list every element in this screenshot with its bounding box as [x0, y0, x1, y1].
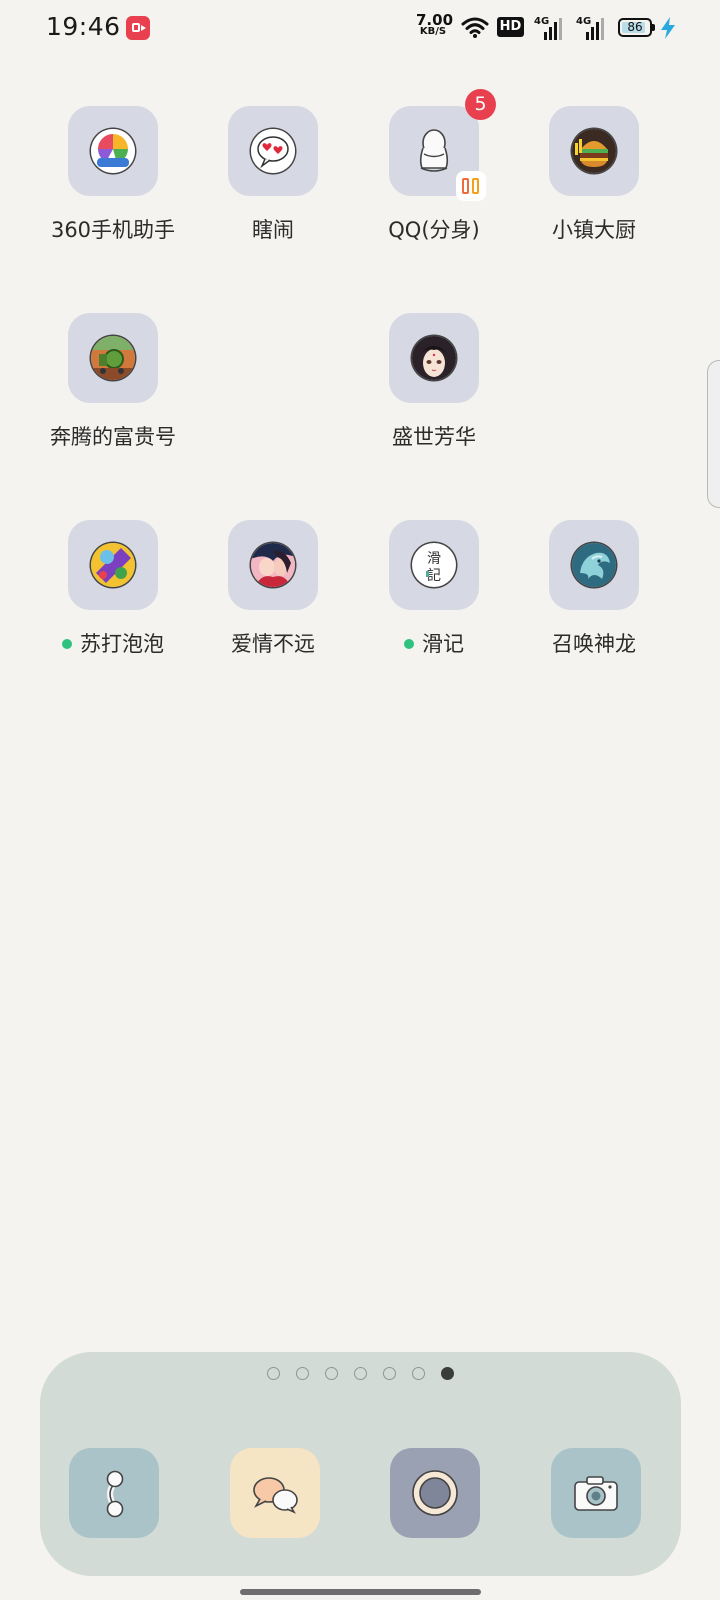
app-tile [389, 313, 479, 403]
signal-sim2-icon: 4G [576, 16, 606, 40]
notification-badge: 5 [465, 89, 496, 120]
page-indicator [40, 1367, 681, 1380]
360-assistant-icon [91, 129, 135, 173]
app-tile [228, 520, 318, 610]
status-bar: 19:46 7.00 KB/S HD 4G 4G 86 [0, 0, 720, 56]
app-town-chef[interactable]: 小镇大厨 [512, 106, 676, 244]
wifi-icon [461, 17, 489, 38]
app-huaji[interactable]: 滑 記 滑记 [352, 520, 516, 658]
train-icon [91, 336, 135, 380]
soda-bubble-icon [91, 543, 135, 587]
anime-girl-icon [412, 336, 456, 380]
dock-messages[interactable] [230, 1448, 320, 1538]
battery-level: 86 [627, 20, 643, 34]
app-label: QQ(分身) [388, 218, 480, 242]
app-tile [228, 106, 318, 196]
app-label: 盛世芳华 [392, 425, 476, 449]
browser-icon [412, 1470, 458, 1516]
hd-voice-icon: HD [497, 17, 524, 37]
phone-icon [106, 1470, 124, 1518]
network-speed: 7.00 KB/S [416, 11, 454, 38]
new-install-dot [62, 639, 72, 649]
app-xianao[interactable]: 瞎闹 [191, 106, 355, 244]
battery-icon: 86 [618, 18, 655, 37]
qq-penguin-icon [419, 129, 449, 172]
app-qq-clone[interactable]: 5 QQ(分身) [352, 89, 516, 244]
app-label: 奔腾的富贵号 [50, 425, 176, 449]
hearts-speech-bubble-icon [251, 129, 295, 173]
app-label: 360手机助手 [50, 218, 176, 242]
app-label: 瞎闹 [252, 218, 294, 242]
sim1-network-type: 4G [534, 16, 550, 27]
screen-record-icon [126, 16, 150, 40]
dock [40, 1352, 681, 1576]
gesture-home-bar[interactable] [240, 1589, 481, 1595]
app-label: 滑记 [352, 628, 516, 658]
dock-browser[interactable] [390, 1448, 480, 1538]
page-dot[interactable] [296, 1367, 309, 1380]
huaji-logo-icon: 滑 記 [412, 543, 456, 587]
new-install-dot [404, 639, 414, 649]
dragon-icon [572, 543, 616, 587]
app-label: 召唤神龙 [552, 632, 636, 656]
app-label: 苏打泡泡 [31, 628, 195, 658]
dual-app-icon [456, 171, 486, 201]
page-dot[interactable] [354, 1367, 367, 1380]
app-love-not-far[interactable]: 爱情不远 [191, 520, 355, 658]
network-speed-value: 7.00 [416, 11, 454, 29]
app-summon-dragon[interactable]: 召唤神龙 [512, 520, 676, 658]
app-label-text: 滑记 [422, 632, 464, 656]
dock-camera[interactable] [551, 1448, 641, 1538]
app-running-fugui[interactable]: 奔腾的富贵号 [31, 313, 195, 451]
svg-text:滑: 滑 [427, 550, 441, 567]
page-dot[interactable] [267, 1367, 280, 1380]
camera-icon [574, 1476, 618, 1511]
app-tile [68, 520, 158, 610]
app-label: 爱情不远 [231, 632, 315, 656]
signal-sim1-icon: 4G [534, 16, 564, 40]
app-shengshi-fanghua[interactable]: 盛世芳华 [352, 313, 516, 451]
page-dot[interactable] [383, 1367, 396, 1380]
app-tile: 5 [389, 89, 496, 201]
sim2-network-type: 4G [576, 16, 592, 27]
charging-bolt-icon [661, 17, 675, 39]
burger-icon [572, 129, 616, 173]
app-tile: 滑 記 [389, 520, 479, 610]
page-dot-current[interactable] [441, 1367, 454, 1380]
app-tile [68, 313, 158, 403]
app-tile [549, 520, 639, 610]
page-dot[interactable] [412, 1367, 425, 1380]
edge-panel-handle[interactable] [707, 360, 720, 508]
app-tile [68, 106, 158, 196]
dock-phone[interactable] [69, 1448, 159, 1538]
app-tile [549, 106, 639, 196]
clock: 19:46 [46, 12, 121, 41]
app-label-text: 苏打泡泡 [80, 632, 164, 656]
network-speed-unit: KB/S [419, 26, 447, 37]
app-label: 小镇大厨 [552, 218, 636, 242]
app-360-assistant[interactable]: 360手机助手 [31, 106, 195, 244]
svg-text:記: 記 [427, 567, 441, 584]
app-soda-bubble[interactable]: 苏打泡泡 [31, 520, 195, 658]
page-dot[interactable] [325, 1367, 338, 1380]
couple-icon [251, 543, 295, 587]
messages-icon [253, 1477, 298, 1514]
